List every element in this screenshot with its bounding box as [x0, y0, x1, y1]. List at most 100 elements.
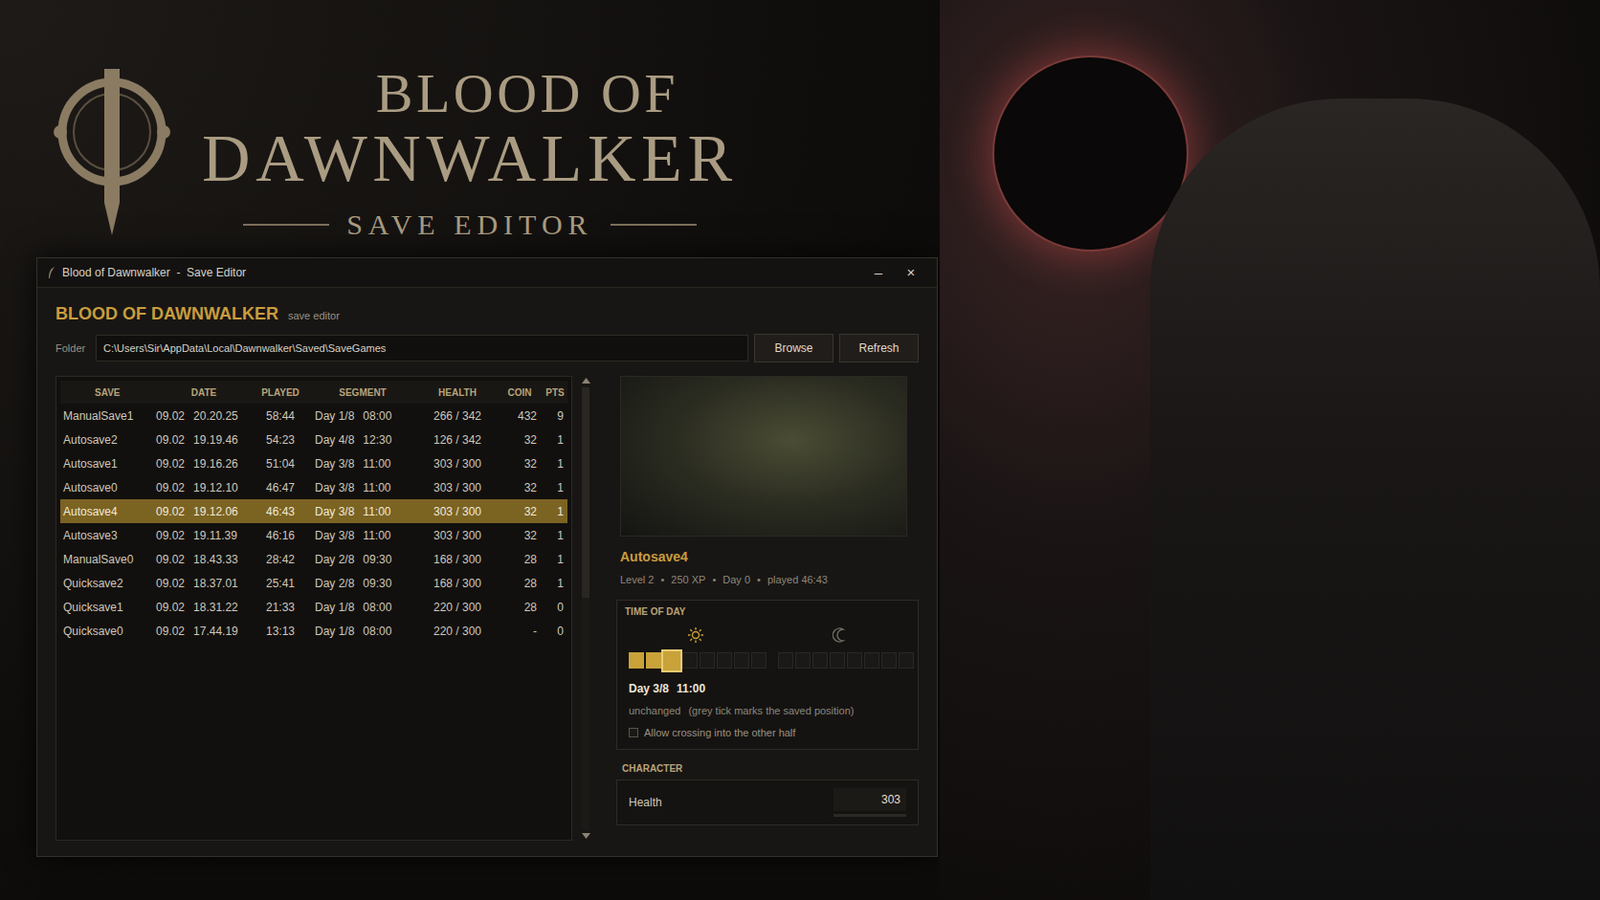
time-segment[interactable] — [682, 652, 698, 669]
coin-cell: 28 — [498, 599, 541, 617]
column-header[interactable]: SAVE — [60, 385, 156, 400]
time-segment[interactable] — [812, 652, 828, 669]
moon-icon — [832, 627, 848, 644]
scroll-thumb[interactable] — [581, 387, 590, 599]
save-cell: ManualSave0 — [60, 551, 156, 569]
character-label: CHARACTER — [622, 761, 919, 777]
window-control[interactable]: × — [894, 262, 928, 285]
app-title: BLOOD OF DAWNWALKER — [55, 301, 279, 328]
time-segment[interactable] — [881, 652, 897, 669]
coin-cell: 32 — [498, 479, 541, 497]
scrollbar[interactable] — [577, 376, 594, 842]
table-row[interactable]: Quicksave109.0218.31.2221:33Day 1/808:00… — [60, 595, 568, 620]
time-segment[interactable] — [898, 652, 914, 669]
time-segment[interactable] — [645, 652, 662, 669]
segment-track — [628, 649, 907, 673]
time-segment[interactable] — [751, 652, 767, 669]
segment-cell: Day 4/812:30 — [309, 431, 417, 449]
section-label: TIME OF DAY — [624, 604, 911, 620]
segment-cell: Day 2/809:30 — [309, 575, 417, 593]
time-segment[interactable] — [864, 652, 880, 669]
scroll-up-icon[interactable] — [581, 377, 591, 384]
column-header[interactable]: SEGMENT — [309, 385, 417, 400]
health-cell: 220 / 300 — [416, 599, 499, 617]
coin-cell: - — [498, 622, 541, 641]
table-row[interactable]: Autosave209.0219.19.4654:23Day 4/812:301… — [60, 427, 568, 452]
checkbox[interactable] — [628, 728, 639, 738]
logo-icon — [52, 65, 178, 238]
time-of-day-section: TIME OF DAY Day 3/811:00unchanged(grey ti… — [616, 600, 919, 751]
segment-cell: Day 1/808:00 — [309, 407, 417, 425]
table-row[interactable]: ManualSave109.0220.20.2558:44Day 1/808:0… — [60, 403, 568, 428]
column-header[interactable]: PTS — [540, 385, 570, 400]
time-segment[interactable] — [716, 652, 733, 669]
left-column: BLOOD OFDAWNWALKERSAVE EDITOR Blood of Da… — [0, 0, 940, 900]
save-cell: Autosave2 — [60, 431, 156, 449]
date-cell: 09.0218.37.01 — [155, 575, 252, 593]
scroll-down-icon[interactable] — [581, 833, 591, 840]
banner: BLOOD OFDAWNWALKERSAVE EDITOR — [0, 0, 940, 258]
table-row[interactable]: Quicksave009.0217.44.1913:13Day 1/808:00… — [60, 619, 568, 644]
time-reading: Day 3/811:00 — [628, 680, 907, 698]
banner-title-top: BLOOD OF — [376, 65, 679, 123]
health-cell: 303 / 300 — [416, 455, 499, 473]
table-row[interactable]: Autosave009.0219.12.1046:47Day 3/811:003… — [60, 475, 568, 500]
column-header[interactable]: HEALTH — [416, 385, 499, 400]
save-cell: Autosave4 — [60, 503, 156, 521]
time-segment[interactable] — [795, 652, 811, 669]
table-row[interactable]: Autosave309.0219.11.3946:16Day 3/811:003… — [60, 523, 568, 548]
save-cell: Quicksave0 — [60, 622, 156, 641]
time-segment[interactable] — [663, 651, 681, 671]
date-cell: 09.0217.44.19 — [155, 622, 252, 641]
time-segment[interactable] — [628, 652, 645, 669]
sun-icon — [687, 626, 705, 645]
time-segment[interactable] — [733, 652, 750, 669]
time-segment[interactable] — [699, 652, 715, 669]
field-input[interactable]: 303 — [833, 788, 907, 812]
feather-icon — [46, 266, 57, 280]
date-cell: 09.0219.12.06 — [155, 503, 252, 521]
column-header[interactable]: DATE — [155, 385, 252, 400]
save-cell: Quicksave2 — [60, 575, 156, 593]
save-table: SAVEDATEPLAYEDSEGMENTHEALTHCOINPTS Manual… — [55, 376, 573, 842]
save-cell: Quicksave1 — [60, 599, 156, 617]
time-segment[interactable] — [846, 652, 863, 669]
folder-path-field[interactable]: C:\Users\Sir\AppData\Local\Dawnwalker\Sa… — [95, 334, 749, 362]
app-header: BLOOD OF DAWNWALKERsave editor — [55, 301, 919, 329]
character-section: Health303 — [616, 779, 919, 826]
column-header[interactable]: PLAYED — [251, 385, 310, 400]
window-title: Blood of Dawnwalker - Save Editor — [62, 264, 246, 282]
column-header[interactable]: COIN — [498, 385, 541, 400]
pts-cell: 1 — [540, 455, 570, 473]
night-segments — [777, 652, 914, 669]
meta-item: Level 2 — [620, 572, 654, 589]
health-cell: 220 / 300 — [416, 622, 499, 641]
time-segment[interactable] — [829, 652, 845, 669]
save-cell: Autosave1 — [60, 455, 156, 473]
details-panel: Autosave4Level 2•250 XP•Day 0•played 46:… — [616, 376, 919, 842]
health-cell: 168 / 300 — [416, 551, 499, 569]
pts-cell: 1 — [540, 575, 570, 593]
segment-cell: Day 3/811:00 — [309, 503, 417, 521]
window-control[interactable]: – — [862, 262, 895, 285]
table-row[interactable]: Quicksave209.0218.37.0125:41Day 2/809:30… — [60, 571, 568, 596]
table-row[interactable]: ManualSave009.0218.43.3328:42Day 2/809:3… — [60, 547, 568, 572]
time-segment[interactable] — [777, 652, 794, 669]
meta-separator: • — [660, 572, 665, 589]
save-cell: ManualSave1 — [60, 407, 156, 425]
cross-half-checkbox-row[interactable]: Allow crossing into the other half — [628, 725, 907, 742]
played-cell: 25:41 — [251, 575, 310, 593]
played-cell: 46:43 — [251, 503, 310, 521]
coin-cell: 32 — [498, 503, 541, 521]
time-box: Day 3/811:00unchanged(grey tick marks th… — [624, 624, 911, 742]
banner-title: BLOOD OFDAWNWALKERSAVE EDITOR — [201, 65, 738, 242]
folder-button[interactable]: Browse — [754, 333, 834, 363]
folder-button[interactable]: Refresh — [839, 333, 919, 363]
banner-rule — [243, 223, 330, 226]
table-row[interactable]: Autosave109.0219.16.2651:04Day 3/811:003… — [60, 451, 568, 476]
health-cell: 303 / 300 — [416, 479, 499, 497]
save-meta: Level 2•250 XP•Day 0•played 46:43 — [620, 572, 919, 589]
table-row[interactable]: Autosave409.0219.12.0646:43Day 3/811:00 3… — [60, 499, 568, 524]
segment-cell: Day 1/808:00 — [309, 622, 417, 641]
folder-label: Folder — [55, 340, 90, 357]
